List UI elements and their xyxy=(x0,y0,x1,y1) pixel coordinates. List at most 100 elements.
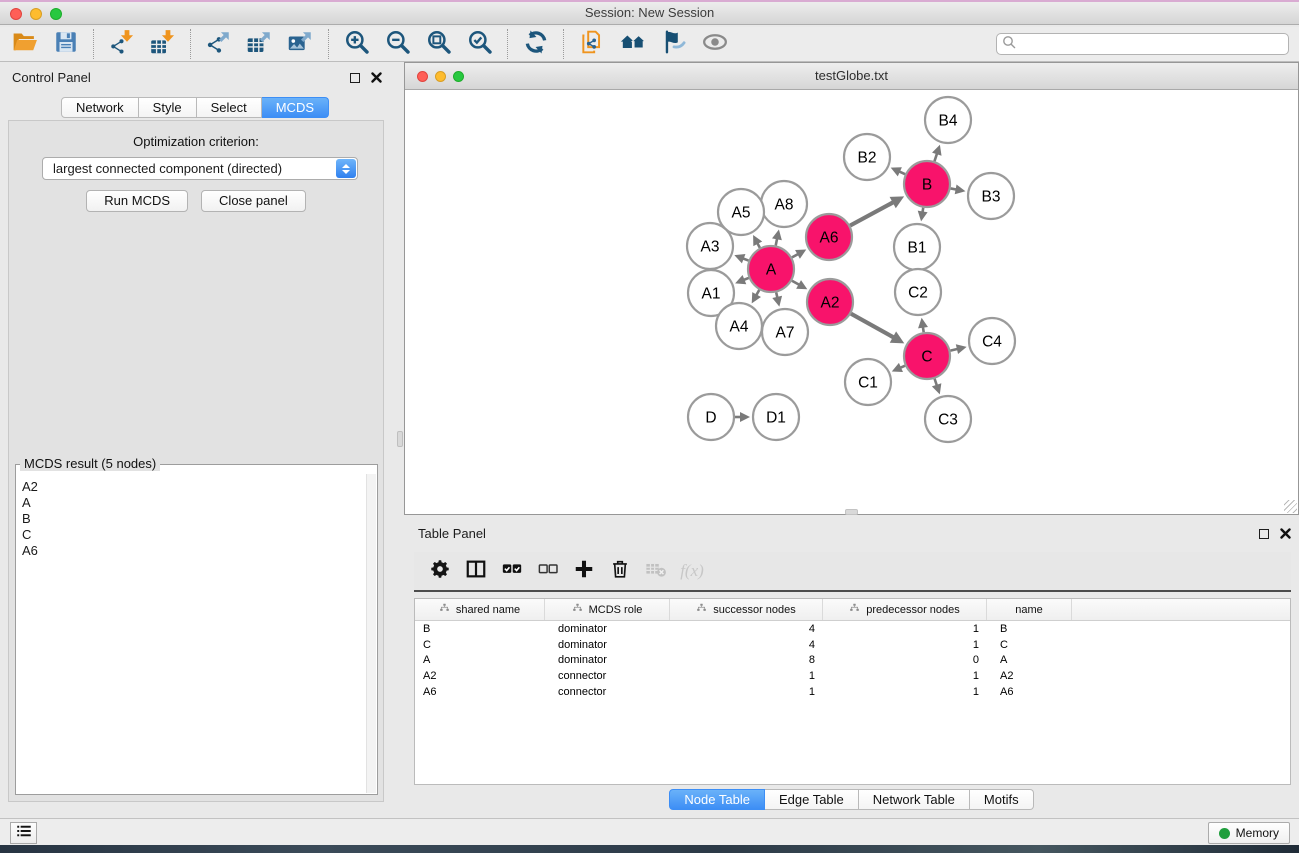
network-window-titlebar[interactable]: testGlobe.txt xyxy=(405,63,1298,90)
table-row[interactable]: A2connector11A2 xyxy=(415,668,1290,684)
save-session-button[interactable] xyxy=(47,29,84,59)
cell-MCDS-role[interactable]: connector xyxy=(545,686,670,698)
close-table-panel-icon[interactable] xyxy=(1280,528,1291,539)
delete-column-button[interactable] xyxy=(602,555,638,587)
minimize-window-button[interactable] xyxy=(30,8,42,20)
export-network-button[interactable] xyxy=(200,29,237,59)
table-settings-gear-button[interactable] xyxy=(422,555,458,587)
graph-node-C2[interactable]: C2 xyxy=(895,269,941,315)
result-item[interactable]: A xyxy=(22,495,361,511)
zoom-out-button[interactable] xyxy=(379,29,416,59)
table-row[interactable]: Cdominator41C xyxy=(415,637,1290,653)
tab-select[interactable]: Select xyxy=(197,97,262,118)
cell-successor-nodes[interactable]: 8 xyxy=(670,654,823,666)
import-network-button[interactable] xyxy=(103,29,140,59)
zoom-selected-button[interactable] xyxy=(461,29,498,59)
cell-MCDS-role[interactable]: connector xyxy=(545,670,670,682)
criterion-select[interactable]: largest connected component (directed) xyxy=(42,157,358,180)
cell-name[interactable]: A xyxy=(987,654,1072,666)
export-image-button[interactable] xyxy=(282,29,319,59)
result-item[interactable]: B xyxy=(22,511,361,527)
cell-MCDS-role[interactable]: dominator xyxy=(545,654,670,666)
graph-node-B3[interactable]: B3 xyxy=(968,173,1014,219)
column-view-button[interactable] xyxy=(458,555,494,587)
network-minimize-button[interactable] xyxy=(435,71,446,82)
tab-network[interactable]: Network xyxy=(61,97,139,118)
hide-details-button[interactable] xyxy=(655,29,692,59)
network-close-button[interactable] xyxy=(417,71,428,82)
tab-edge-table[interactable]: Edge Table xyxy=(765,789,859,810)
result-scrollbar[interactable] xyxy=(366,474,376,793)
result-item[interactable]: A2 xyxy=(22,479,361,495)
graph-node-B2[interactable]: B2 xyxy=(844,134,890,180)
task-history-button[interactable] xyxy=(10,822,37,844)
cell-MCDS-role[interactable]: dominator xyxy=(545,639,670,651)
tab-node-table[interactable]: Node Table xyxy=(669,789,765,810)
zoom-window-button[interactable] xyxy=(50,8,62,20)
column-header-MCDS-role[interactable]: MCDS role xyxy=(545,599,670,620)
graph-node-D1[interactable]: D1 xyxy=(753,394,799,440)
graph-node-A6[interactable]: A6 xyxy=(806,214,852,260)
column-header-successor-nodes[interactable]: successor nodes xyxy=(670,599,823,620)
graph-node-B4[interactable]: B4 xyxy=(925,97,971,143)
search-box[interactable] xyxy=(996,33,1289,55)
zoom-in-button[interactable] xyxy=(338,29,375,59)
close-panel-button[interactable]: Close panel xyxy=(201,190,306,212)
graph-edge-A6-B[interactable] xyxy=(850,202,894,226)
graph-node-A8[interactable]: A8 xyxy=(761,181,807,227)
open-file-button[interactable] xyxy=(6,29,43,59)
run-mcds-button[interactable]: Run MCDS xyxy=(86,190,188,212)
graph-edge-A2-C[interactable] xyxy=(851,314,895,338)
float-table-panel-icon[interactable] xyxy=(1259,529,1269,539)
graph-node-B1[interactable]: B1 xyxy=(894,224,940,270)
cell-predecessor-nodes[interactable]: 0 xyxy=(823,654,987,666)
cell-name[interactable]: C xyxy=(987,639,1072,651)
home-button[interactable] xyxy=(614,29,651,59)
table-row[interactable]: Adominator80A xyxy=(415,653,1290,669)
graph-node-D[interactable]: D xyxy=(688,394,734,440)
cell-name[interactable]: A2 xyxy=(987,670,1072,682)
horizontal-split-handle[interactable] xyxy=(845,509,858,515)
vertical-split-handle[interactable] xyxy=(397,431,403,447)
zoom-fit-button[interactable] xyxy=(420,29,457,59)
cell-shared-name[interactable]: A6 xyxy=(415,686,545,698)
graph-node-A2[interactable]: A2 xyxy=(807,279,853,325)
cell-predecessor-nodes[interactable]: 1 xyxy=(823,639,987,651)
cell-shared-name[interactable]: A2 xyxy=(415,670,545,682)
search-input[interactable] xyxy=(1016,37,1283,51)
graph-node-A3[interactable]: A3 xyxy=(687,223,733,269)
graph-node-A4[interactable]: A4 xyxy=(716,303,762,349)
cell-name[interactable]: B xyxy=(987,623,1072,635)
export-table-button[interactable] xyxy=(241,29,278,59)
show-details-eye-button[interactable] xyxy=(696,29,733,59)
graph-node-A[interactable]: A xyxy=(748,246,794,292)
refresh-button[interactable] xyxy=(517,29,554,59)
graph-node-B[interactable]: B xyxy=(904,161,950,207)
table-row[interactable]: A6connector11A6 xyxy=(415,684,1290,700)
cell-predecessor-nodes[interactable]: 1 xyxy=(823,686,987,698)
cell-successor-nodes[interactable]: 1 xyxy=(670,670,823,682)
column-header-name[interactable]: name xyxy=(987,599,1072,620)
resize-grip[interactable] xyxy=(1284,500,1297,513)
graph-node-C[interactable]: C xyxy=(904,333,950,379)
network-canvas[interactable]: B4B2BB3A8A5A6A3B1AA1C2A2A4A7C4CC1DD1C3 xyxy=(405,90,1298,514)
unselect-all-columns-button[interactable] xyxy=(530,555,566,587)
graph-node-C3[interactable]: C3 xyxy=(925,396,971,442)
import-table-button[interactable] xyxy=(144,29,181,59)
graph-node-C4[interactable]: C4 xyxy=(969,318,1015,364)
cell-successor-nodes[interactable]: 1 xyxy=(670,686,823,698)
float-panel-icon[interactable] xyxy=(350,73,360,83)
cell-successor-nodes[interactable]: 4 xyxy=(670,623,823,635)
tab-motifs[interactable]: Motifs xyxy=(970,789,1034,810)
memory-button[interactable]: Memory xyxy=(1208,822,1290,844)
close-panel-icon[interactable] xyxy=(371,72,382,83)
result-item[interactable]: C xyxy=(22,527,361,543)
tab-mcds[interactable]: MCDS xyxy=(262,97,329,118)
network-zoom-button[interactable] xyxy=(453,71,464,82)
cell-predecessor-nodes[interactable]: 1 xyxy=(823,670,987,682)
table-row[interactable]: Bdominator41B xyxy=(415,621,1290,637)
cell-name[interactable]: A6 xyxy=(987,686,1072,698)
tab-network-table[interactable]: Network Table xyxy=(859,789,970,810)
graph-node-A7[interactable]: A7 xyxy=(762,309,808,355)
cell-successor-nodes[interactable]: 4 xyxy=(670,639,823,651)
